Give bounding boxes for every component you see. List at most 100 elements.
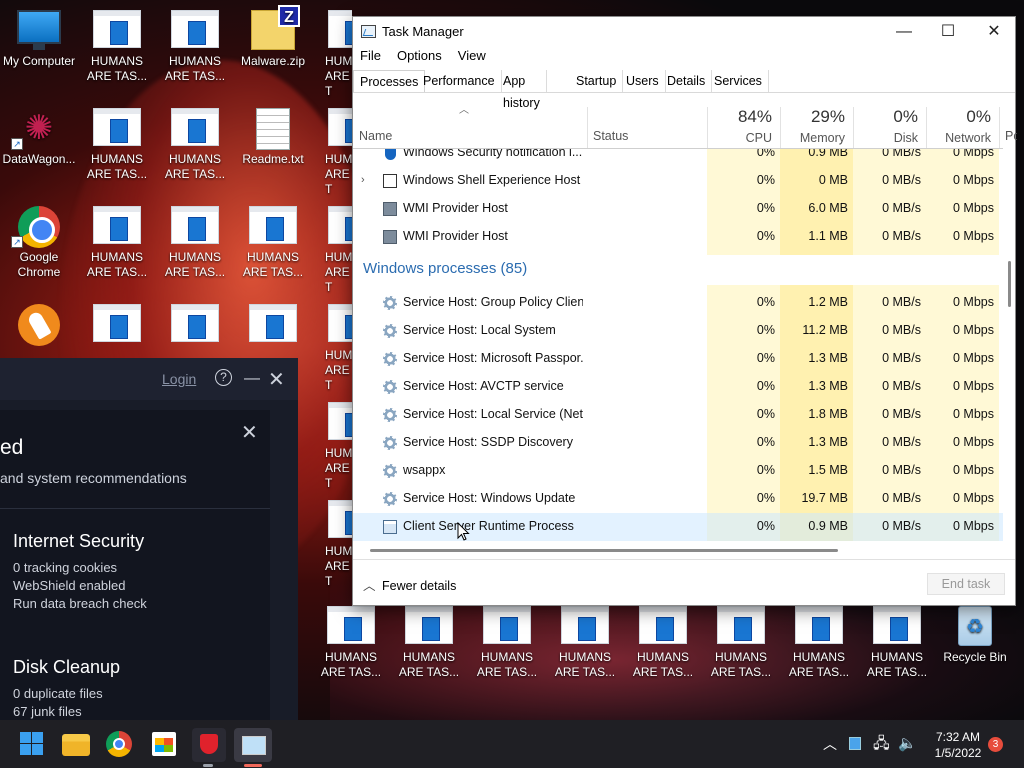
desktop-icon-humans[interactable]: HUM ARE T xyxy=(312,500,352,589)
tab-app-history[interactable]: App history xyxy=(497,70,547,110)
desktop-icon-humans[interactable]: HUMANS ARE TAS... xyxy=(156,108,234,182)
file-explorer-icon[interactable] xyxy=(62,734,90,756)
desktop-icon-humans[interactable]: HUM ARE T xyxy=(312,108,352,197)
desktop-icon-humans[interactable]: HUMANS ARE TAS... xyxy=(234,206,312,280)
chrome-taskbar-icon[interactable] xyxy=(106,731,132,757)
chevron-up-icon[interactable]: ︿ xyxy=(823,734,837,768)
close-button[interactable]: ✕ xyxy=(268,367,285,392)
table-row[interactable]: Service Host: Microsoft Passpor... 0% 1.… xyxy=(353,345,1003,373)
group-header-windows-processes[interactable]: Windows processes (85) xyxy=(353,255,1003,285)
desktop-icon-humans[interactable]: HUMANS ARE TAS... xyxy=(468,606,546,680)
table-row[interactable]: Service Host: Local Service (Net... 0% 1… xyxy=(353,401,1003,429)
desktop-icon-humans[interactable]: HUMANS ARE TAS... xyxy=(780,606,858,680)
desktop-icon-datawagon[interactable]: ✺ ↗ DataWagon... xyxy=(0,108,78,167)
desktop-icon-humans[interactable]: HUM ARE T xyxy=(312,304,352,393)
table-row[interactable]: WMI Provider Host 0% 6.0 MB 0 MB/s 0 Mbp… xyxy=(353,195,1003,223)
table-row[interactable]: Service Host: Group Policy Client 0% 1.2… xyxy=(353,289,1003,317)
table-row[interactable]: Service Host: AVCTP service 0% 1.3 MB 0 … xyxy=(353,373,1003,401)
desktop-icon-humans[interactable]: HUMANS ARE TAS... xyxy=(390,606,468,680)
app-tray-icon[interactable] xyxy=(849,737,861,750)
desktop-icon-recycle-bin[interactable]: ♻ Recycle Bin xyxy=(936,606,1014,665)
maximize-button[interactable]: ☐ xyxy=(925,17,971,47)
desktop-icon-my-computer[interactable]: My Computer xyxy=(0,10,78,69)
network-value: 0 Mbps xyxy=(953,201,994,215)
column-header-cpu[interactable]: 84% CPU xyxy=(707,93,780,149)
desktop-icon-humans[interactable]: HUMANS ARE TAS... xyxy=(78,108,156,182)
desktop-icon-humans[interactable] xyxy=(156,304,234,348)
desktop-icon-humans[interactable]: HUM ARE T xyxy=(312,206,352,295)
desktop-icon-humans[interactable]: HUMANS ARE TAS... xyxy=(312,606,390,680)
internet-security-title[interactable]: Internet Security xyxy=(13,531,144,552)
fewer-details-button[interactable]: ︿ Fewer details xyxy=(363,575,456,594)
table-row[interactable]: Windows Security notification i... 0% 0.… xyxy=(353,149,1003,167)
desktop-icon-humans[interactable]: HUM ARE T xyxy=(312,10,352,99)
table-row[interactable]: Service Host: SSDP Discovery 0% 1.3 MB 0… xyxy=(353,429,1003,457)
column-header-network[interactable]: 0% Network xyxy=(926,93,999,149)
memory-value: 0.9 MB xyxy=(808,519,848,533)
task-manager-taskbar-icon[interactable] xyxy=(234,728,272,762)
close-button[interactable]: ✕ xyxy=(971,17,1017,47)
tab-services[interactable]: Services xyxy=(708,70,769,93)
desktop-icon-malware-zip[interactable]: Z Malware.zip xyxy=(234,5,312,69)
desktop-icon-humans[interactable] xyxy=(234,304,312,348)
desktop-icon-humans[interactable]: HUM ARE T xyxy=(312,402,352,491)
desktop-icon-app[interactable] xyxy=(0,304,78,348)
column-header-status[interactable]: Status xyxy=(587,93,707,149)
login-link[interactable]: Login xyxy=(162,371,196,387)
column-header-power[interactable]: Po xyxy=(999,93,1017,149)
tab-performance[interactable]: Performance xyxy=(417,70,502,93)
table-row[interactable]: Service Host: Windows Update 0% 19.7 MB … xyxy=(353,485,1003,513)
desktop-icon-readme[interactable]: Readme.txt xyxy=(234,108,312,167)
menu-options[interactable]: Options xyxy=(397,48,442,63)
menu-view[interactable]: View xyxy=(458,48,486,63)
process-name: WMI Provider Host xyxy=(403,229,508,243)
tab-processes[interactable]: Processes xyxy=(353,70,426,93)
end-task-button[interactable]: End task xyxy=(927,573,1005,595)
desktop-icon-humans[interactable]: HUMANS ARE TAS... xyxy=(78,206,156,280)
desktop-icon-humans[interactable]: HUMANS ARE TAS... xyxy=(156,10,234,84)
clock[interactable]: 7:32 AM 1/5/2022 xyxy=(930,729,986,761)
minimize-button[interactable]: — xyxy=(244,370,260,387)
desktop-icon-humans[interactable]: HUMANS ARE TAS... xyxy=(858,606,936,680)
table-row[interactable]: wsappx 0% 1.5 MB 0 MB/s 0 Mbps xyxy=(353,457,1003,485)
desktop-icon-humans[interactable]: HUMANS ARE TAS... xyxy=(78,10,156,84)
vertical-scrollbar[interactable] xyxy=(1005,149,1015,541)
desktop-icon-humans[interactable]: HUMANS ARE TAS... xyxy=(546,606,624,680)
start-button[interactable] xyxy=(17,728,49,760)
disk-cleanup-title[interactable]: Disk Cleanup xyxy=(13,657,120,678)
close-panel-button[interactable]: ✕ xyxy=(241,420,258,445)
network-value: 0 Mbps xyxy=(953,295,994,309)
column-separator xyxy=(707,107,708,149)
desktop-icon-humans[interactable] xyxy=(78,304,156,348)
column-header-memory[interactable]: 29% Memory xyxy=(780,93,853,149)
table-row-selected[interactable]: Client Server Runtime Process 0% 0.9 MB … xyxy=(353,513,1003,541)
security-app-taskbar-icon[interactable] xyxy=(192,728,226,762)
microsoft-store-icon[interactable] xyxy=(152,732,176,756)
tab-details[interactable]: Details xyxy=(661,70,713,93)
desktop-icon-label: HUMANS ARE TAS... xyxy=(788,650,850,679)
menu-file[interactable]: File xyxy=(360,48,381,63)
title-bar[interactable]: Task Manager — ☐ ✕ xyxy=(353,17,1015,47)
tab-users[interactable]: Users xyxy=(620,70,666,93)
desktop-icon-google-chrome[interactable]: ↗ Google Chrome xyxy=(0,206,78,280)
help-icon[interactable]: ? xyxy=(215,369,232,386)
tab-startup[interactable]: Startup xyxy=(570,70,624,93)
scrollbar-thumb[interactable] xyxy=(1008,261,1011,307)
minimize-button[interactable]: — xyxy=(881,17,927,47)
desktop-icon-humans[interactable]: HUMANS ARE TAS... xyxy=(624,606,702,680)
data-breach-check-link[interactable]: Run data breach check xyxy=(13,596,147,611)
table-row[interactable]: Service Host: Local System 0% 11.2 MB 0 … xyxy=(353,317,1003,345)
power-label: Po xyxy=(1005,129,1017,143)
horizontal-scrollbar[interactable] xyxy=(370,549,838,552)
column-header-disk[interactable]: 0% Disk xyxy=(853,93,926,149)
table-row[interactable]: › Windows Shell Experience Host 0% 0 MB … xyxy=(353,167,1003,195)
table-row[interactable]: WMI Provider Host 0% 1.1 MB 0 MB/s 0 Mbp… xyxy=(353,223,1003,251)
volume-icon[interactable]: 🔈 xyxy=(898,734,917,768)
notification-badge[interactable]: 3 xyxy=(988,737,1003,752)
network-icon[interactable]: 🖧 xyxy=(873,733,890,768)
column-header-name[interactable]: Name xyxy=(353,93,587,149)
desktop-icon-humans[interactable]: HUMANS ARE TAS... xyxy=(702,606,780,680)
column-status-label: Status xyxy=(593,129,629,143)
desktop-icon-humans[interactable]: HUMANS ARE TAS... xyxy=(156,206,234,280)
chevron-right-icon[interactable]: › xyxy=(361,174,365,186)
